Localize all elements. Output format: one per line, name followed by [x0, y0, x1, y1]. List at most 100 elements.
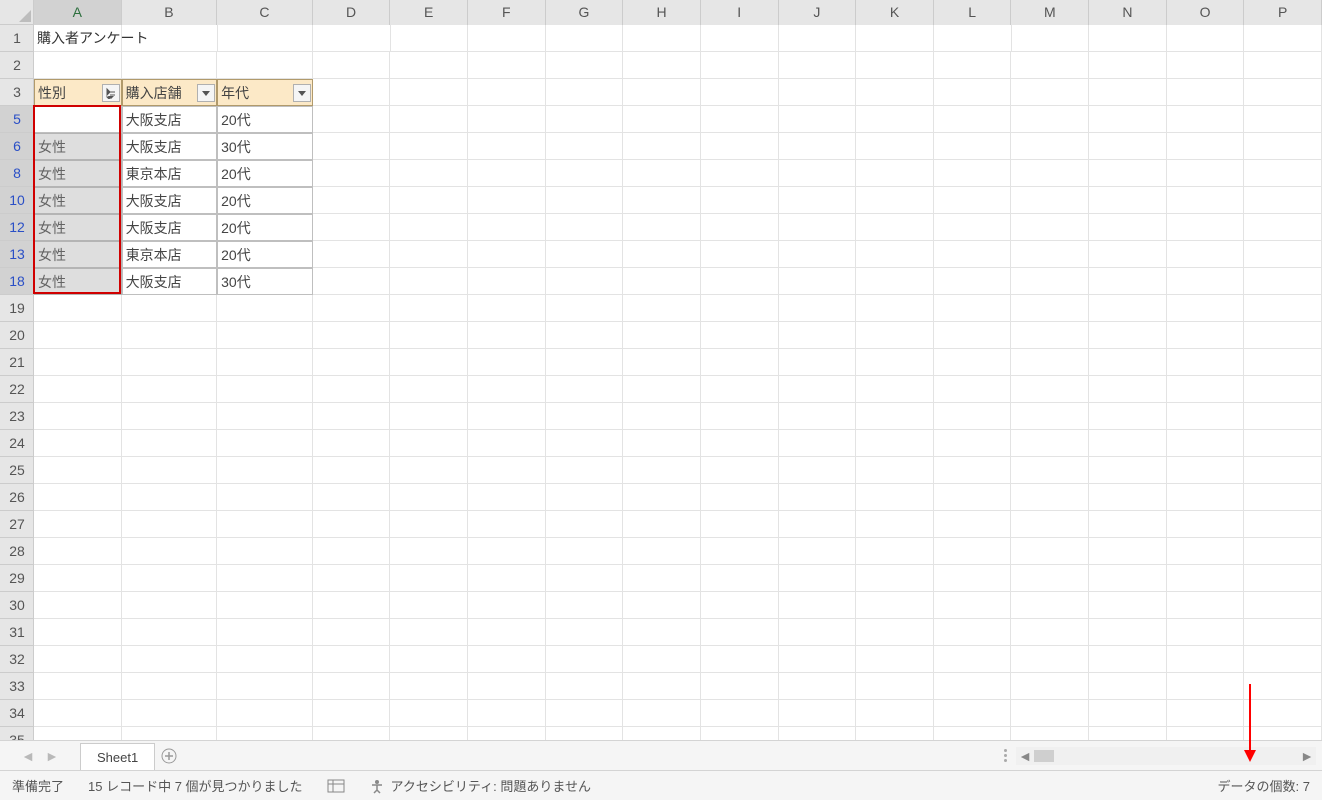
cell[interactable] — [1089, 241, 1167, 268]
cell[interactable] — [34, 592, 122, 619]
cell[interactable] — [1244, 727, 1322, 740]
cell[interactable] — [1089, 52, 1167, 79]
cell[interactable] — [856, 133, 934, 160]
cell[interactable] — [313, 160, 391, 187]
select-all-corner[interactable] — [0, 0, 34, 25]
row-header[interactable]: 24 — [0, 430, 34, 457]
cell[interactable] — [856, 349, 934, 376]
cell[interactable] — [546, 457, 624, 484]
cell[interactable] — [623, 106, 701, 133]
cell[interactable] — [934, 133, 1012, 160]
cell[interactable] — [701, 322, 779, 349]
cell[interactable] — [856, 268, 934, 295]
cell[interactable] — [390, 673, 468, 700]
cell[interactable] — [390, 727, 468, 740]
cell[interactable] — [779, 25, 857, 52]
column-header-O[interactable]: O — [1167, 0, 1245, 25]
cell[interactable] — [701, 25, 779, 52]
cell[interactable] — [856, 160, 934, 187]
column-header-I[interactable]: I — [701, 0, 779, 25]
cell[interactable] — [217, 673, 313, 700]
cell[interactable] — [1089, 430, 1167, 457]
cell[interactable] — [217, 700, 313, 727]
cell[interactable] — [468, 106, 546, 133]
cell[interactable] — [856, 214, 934, 241]
cell[interactable] — [779, 295, 857, 322]
table-cell[interactable]: 東京本店 — [122, 241, 218, 268]
table-cell[interactable]: 女性 — [34, 241, 122, 268]
filter-active-icon[interactable] — [102, 84, 120, 102]
cell[interactable] — [217, 376, 313, 403]
cell[interactable] — [856, 403, 934, 430]
column-header-P[interactable]: P — [1244, 0, 1322, 25]
cell[interactable] — [623, 565, 701, 592]
cell[interactable] — [1167, 511, 1245, 538]
cell[interactable] — [546, 79, 624, 106]
column-header-G[interactable]: G — [546, 0, 624, 25]
cell[interactable] — [934, 268, 1012, 295]
cell[interactable] — [856, 376, 934, 403]
cell[interactable] — [313, 430, 391, 457]
cell[interactable] — [701, 403, 779, 430]
cell[interactable] — [34, 349, 122, 376]
cell[interactable] — [1011, 646, 1089, 673]
column-header-J[interactable]: J — [779, 0, 857, 25]
cell[interactable] — [856, 187, 934, 214]
cell[interactable] — [313, 322, 391, 349]
cell[interactable] — [468, 322, 546, 349]
table-cell[interactable]: 大阪支店 — [122, 268, 218, 295]
cell[interactable] — [934, 430, 1012, 457]
cell[interactable] — [1011, 538, 1089, 565]
cell[interactable] — [623, 322, 701, 349]
cell[interactable] — [1167, 484, 1245, 511]
cell[interactable] — [313, 646, 391, 673]
cell[interactable] — [1089, 376, 1167, 403]
cell[interactable] — [313, 403, 391, 430]
cell[interactable] — [623, 376, 701, 403]
cell[interactable] — [217, 295, 313, 322]
cell[interactable] — [1244, 268, 1322, 295]
cell[interactable] — [1089, 133, 1167, 160]
row-header[interactable]: 20 — [0, 322, 34, 349]
cell[interactable] — [934, 79, 1012, 106]
cell[interactable] — [122, 592, 218, 619]
cell[interactable] — [468, 376, 546, 403]
table-cell[interactable]: 20代 — [217, 241, 313, 268]
row-header[interactable]: 23 — [0, 403, 34, 430]
cell[interactable] — [313, 592, 391, 619]
cell[interactable] — [1011, 376, 1089, 403]
row-header[interactable]: 6 — [0, 133, 34, 160]
cell[interactable] — [390, 295, 468, 322]
cell[interactable] — [1244, 187, 1322, 214]
cell[interactable] — [217, 484, 313, 511]
cell[interactable] — [546, 268, 624, 295]
cell[interactable] — [779, 268, 857, 295]
cell[interactable] — [122, 538, 218, 565]
cell[interactable] — [779, 511, 857, 538]
status-customize-icon[interactable] — [327, 779, 345, 793]
row-header[interactable]: 26 — [0, 484, 34, 511]
cell[interactable] — [779, 484, 857, 511]
cell[interactable] — [934, 376, 1012, 403]
cell[interactable] — [1011, 403, 1089, 430]
horizontal-scrollbar[interactable]: ◄ ► — [1016, 747, 1316, 765]
cell[interactable] — [1167, 52, 1245, 79]
cell[interactable] — [546, 403, 624, 430]
cell[interactable] — [1089, 673, 1167, 700]
cell[interactable] — [701, 295, 779, 322]
cell[interactable] — [623, 457, 701, 484]
cell[interactable] — [1244, 484, 1322, 511]
cell[interactable] — [856, 646, 934, 673]
cell[interactable] — [1011, 511, 1089, 538]
cell[interactable] — [390, 241, 468, 268]
cell[interactable] — [934, 592, 1012, 619]
row-header[interactable]: 25 — [0, 457, 34, 484]
sheet-nav-arrows[interactable]: ◄ ► — [0, 748, 80, 764]
cell[interactable] — [1167, 79, 1245, 106]
cell[interactable] — [623, 187, 701, 214]
row-header[interactable]: 1 — [0, 25, 34, 52]
cell[interactable] — [1011, 133, 1089, 160]
cell[interactable] — [856, 538, 934, 565]
cell[interactable] — [701, 646, 779, 673]
cell[interactable] — [122, 700, 218, 727]
